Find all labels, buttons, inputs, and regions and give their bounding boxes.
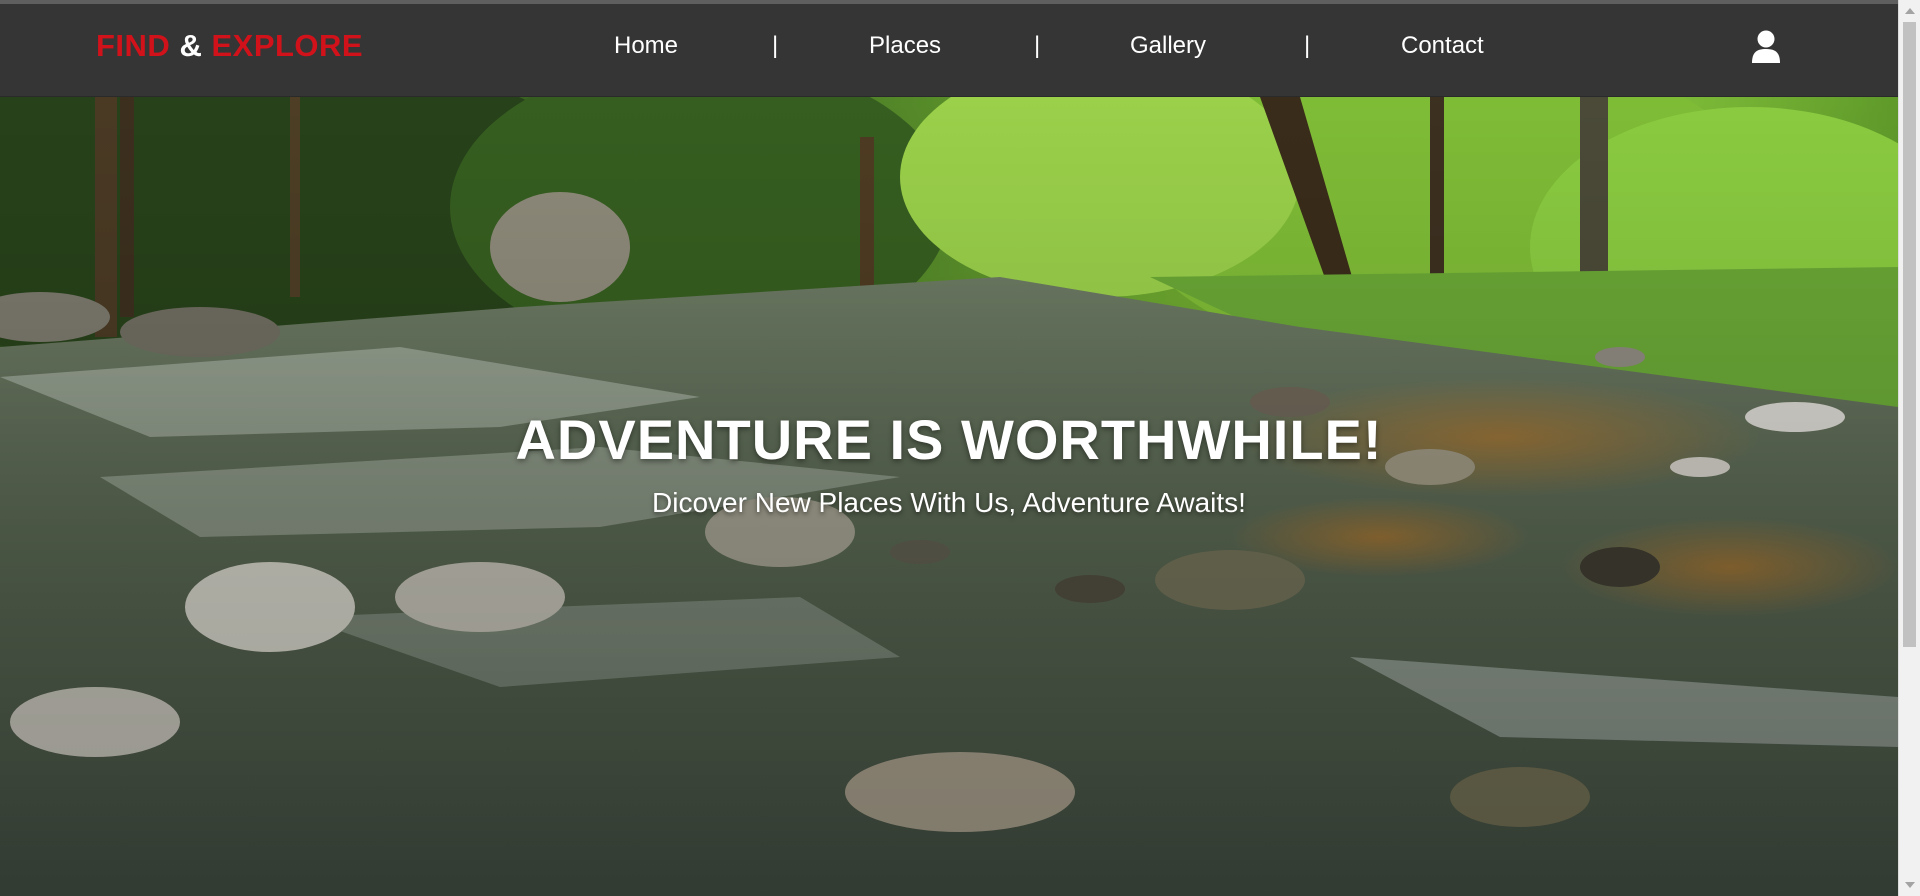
nav-home-link[interactable]: Home: [614, 32, 678, 60]
nav-separator: |: [1304, 32, 1311, 59]
user-icon[interactable]: [1751, 30, 1781, 64]
nav-separator: |: [1034, 32, 1041, 59]
scrollbar-thumb[interactable]: [1903, 22, 1916, 647]
user-icon-graphic: [1752, 30, 1780, 63]
nav-gallery-link[interactable]: Gallery: [1130, 32, 1206, 60]
hero-section: ADVENTURE IS WORTHWHILE! Dicover New Pla…: [0, 97, 1898, 896]
brand-ampersand: &: [179, 28, 203, 63]
brand-find: FIND: [96, 28, 171, 63]
hero-title: ADVENTURE IS WORTHWHILE!: [515, 408, 1383, 471]
nav-places-link[interactable]: Places: [869, 32, 941, 60]
navbar: FIND & EXPLORE Home | Places | Gallery |…: [0, 4, 1898, 97]
nav-contact-link[interactable]: Contact: [1401, 32, 1484, 60]
hero-subtitle: Dicover New Places With Us, Adventure Aw…: [652, 487, 1246, 518]
page: FIND & EXPLORE Home | Places | Gallery |…: [0, 0, 1898, 896]
brand-explore: EXPLORE: [211, 28, 364, 63]
nav-separator: |: [772, 32, 779, 59]
scroll-up-arrow-icon[interactable]: [1905, 8, 1915, 14]
scroll-down-arrow-icon[interactable]: [1905, 882, 1915, 888]
vertical-scrollbar[interactable]: [1898, 0, 1920, 896]
brand-logo[interactable]: FIND & EXPLORE: [96, 28, 363, 64]
